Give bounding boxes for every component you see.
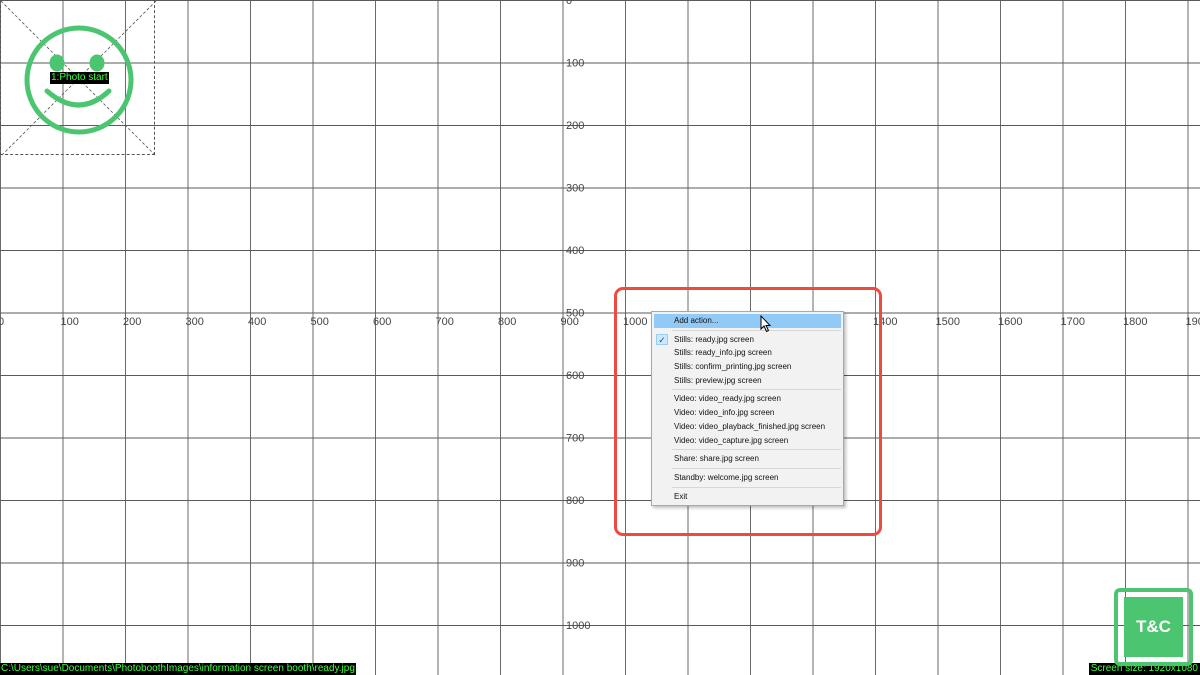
y-tick-label: 700 [566,433,584,445]
y-tick-label: 1000 [566,620,590,632]
x-tick-label: 200 [123,316,141,328]
menu-item[interactable]: Standby: welcome.jpg screen [654,471,841,485]
menu-item-label: Stills: ready_info.jpg screen [674,348,772,358]
y-tick-label: 100 [566,58,584,70]
menu-item-label: Video: video_playback_finished.jpg scree… [674,421,826,431]
y-tick-label: 300 [566,183,584,195]
x-tick-label: 700 [436,316,454,328]
hotspot-label: 1:Photo start [50,72,109,84]
x-tick-label: 300 [186,316,204,328]
menu-separator [672,486,841,488]
y-tick-label: 500 [566,308,584,320]
y-tick-label: 0 [566,0,572,7]
menu-item-label: Stills: ready.jpg screen [674,334,754,344]
menu-item-label: Standby: welcome.jpg screen [674,472,779,482]
menu-item-label: Add action... [674,316,719,325]
menu-item[interactable]: Add action... [654,314,841,328]
x-tick-label: 100 [61,316,79,328]
menu-item[interactable]: Exit [654,490,841,504]
photo-start-hotspot[interactable]: 1:Photo start [0,0,156,156]
x-tick-label: 800 [498,316,516,328]
menu-item[interactable]: Stills: confirm_printing.jpg screen [654,360,841,374]
menu-separator [672,467,841,469]
menu-item-label: Stills: confirm_printing.jpg screen [674,362,792,372]
menu-item-label: Share: share.jpg screen [674,454,759,464]
x-tick-label: 1500 [936,316,960,328]
x-tick-label: 1800 [1123,316,1147,328]
menu-item[interactable]: Video: video_info.jpg screen [654,406,841,420]
menu-item-label: Video: video_ready.jpg screen [674,394,781,404]
x-tick-label: 0 [0,316,4,328]
x-tick-label: 500 [311,316,329,328]
y-tick-label: 400 [566,245,584,257]
menu-item-label: Video: video_capture.jpg screen [674,435,789,445]
x-tick-label: 1700 [1061,316,1085,328]
menu-item[interactable]: Video: video_ready.jpg screen [654,392,841,406]
menu-item[interactable]: Video: video_capture.jpg screen [654,434,841,448]
menu-item[interactable]: Stills: preview.jpg screen [654,374,841,388]
menu-item[interactable]: Stills: ready_info.jpg screen [654,346,841,360]
y-tick-label: 800 [566,495,584,507]
file-path-status: C:\Users\sue\Documents\PhotoboothImages\… [0,663,356,675]
checkmark-icon: ✓ [656,333,668,346]
menu-separator [672,389,841,391]
menu-item-label: Stills: preview.jpg screen [674,375,762,385]
x-tick-label: 400 [248,316,266,328]
menu-item-label: Video: video_info.jpg screen [674,408,775,418]
y-tick-label: 200 [566,120,584,132]
mouse-cursor-icon [760,315,772,333]
menu-item[interactable]: Share: share.jpg screen [654,452,841,466]
x-tick-label: 1900 [1186,316,1200,328]
menu-item[interactable]: Video: video_playback_finished.jpg scree… [654,420,841,434]
tc-button[interactable]: T&C [1124,597,1183,657]
y-tick-label: 600 [566,370,584,382]
y-tick-label: 900 [566,558,584,570]
menu-item-label: Exit [674,491,688,501]
x-tick-label: 1600 [998,316,1022,328]
context-menu: Add action... ✓ Stills: ready.jpg screen St… [651,311,844,507]
menu-item[interactable]: ✓ Stills: ready.jpg screen [654,333,841,347]
menu-separator [672,329,841,331]
menu-separator [672,449,841,451]
x-tick-label: 600 [373,316,391,328]
grid-canvas: 0100200300400500600700800900100011001200… [0,0,1200,675]
